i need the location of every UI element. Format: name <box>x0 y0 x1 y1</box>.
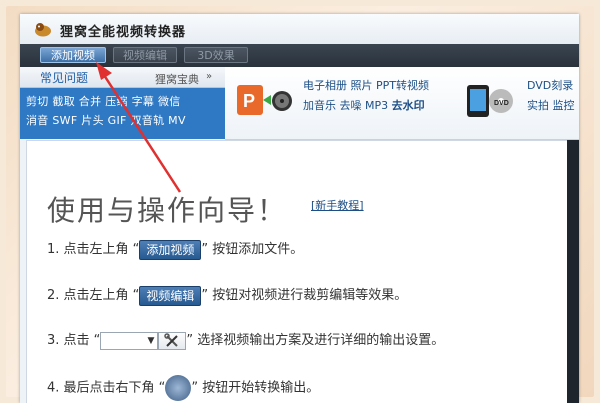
step-4-post: ” 按钮开始转换输出。 <box>191 380 320 396</box>
newbie-tutorial-link[interactable]: [新手教程] <box>311 197 364 213</box>
step-2-post: ” 按钮对视频进行裁剪编辑等效果。 <box>201 288 408 303</box>
step-2-pre: 2. 点击左上角 “ <box>47 288 140 303</box>
guide-step-2: 2. 点击左上角 “视频编辑” 按钮对视频进行裁剪编辑等效果。 <box>47 284 407 306</box>
title-bar: 狸窝全能视频转换器 <box>20 14 579 45</box>
ppt-to-video-icon: P <box>237 85 292 115</box>
app-window: 狸窝全能视频转换器 添加视频 视频编辑 3D效果 常见问题 狸窝宝典 » 剪切 … <box>20 14 579 403</box>
step-1-post: ” 按钮添加文件。 <box>201 242 304 257</box>
guide-title: 使用与操作向导！ <box>47 194 288 227</box>
guide-step-1: 1. 点击左上角 “添加视频” 按钮添加文件。 <box>47 238 303 260</box>
toolbar: 添加视频 视频编辑 3D效果 <box>20 44 579 67</box>
right-scrollbar[interactable] <box>567 140 579 403</box>
svg-text:DVD: DVD <box>494 100 509 107</box>
faq-link[interactable]: 常见问题 <box>40 69 88 86</box>
dropdown-arrow-icon: ▼ <box>147 335 155 346</box>
dvd-burn-icon: DVD <box>467 85 513 117</box>
quick-links-row-2[interactable]: 消音 SWF 片头 GIF 双音轨 MV <box>26 112 186 128</box>
promo-ppt-line-2-text: 加音乐 去噪 MP3 <box>303 99 392 112</box>
step-2-edit-video-button: 视频编辑 <box>139 285 202 306</box>
quick-links-row-1[interactable]: 剪切 截取 合并 压缩 字幕 微信 <box>26 93 181 109</box>
promo-remove-watermark[interactable]: 去水印 <box>392 99 425 112</box>
step-3-pre: 3. 点击 “ <box>47 333 101 348</box>
double-chevron-right-icon: » <box>206 71 213 82</box>
guide-step-4: 4. 最后点击右下角 “ ” 按钮开始转换输出。 <box>47 375 319 401</box>
quick-links-header: 常见问题 狸窝宝典 » <box>20 67 225 88</box>
promo-dvd-line-1[interactable]: DVD刻录 <box>527 77 573 93</box>
step-3-post: ” 选择视频输出方案及进行详细的输出设置。 <box>186 333 445 348</box>
guide-step-3: 3. 点击 “ ▼ ” 选择视频输出方案及进行详细的输出设置。 <box>47 329 444 350</box>
guide-link[interactable]: 狸窝宝典 <box>155 71 199 87</box>
wrench-screwdriver-icon <box>164 332 179 347</box>
quick-links-panel: 常见问题 狸窝宝典 » 剪切 截取 合并 压缩 字幕 微信 消音 SWF 片头 … <box>20 67 225 139</box>
step-3-settings-tool <box>158 331 187 350</box>
add-video-button[interactable]: 添加视频 <box>40 47 106 63</box>
convert-start-icon <box>165 375 192 401</box>
step-1-add-video-button: 添加视频 <box>139 239 202 260</box>
promo-ppt-line-2[interactable]: 加音乐 去噪 MP3 去水印 <box>303 97 425 113</box>
effect-3d-button[interactable]: 3D效果 <box>184 47 248 63</box>
promo-dvd-line-2[interactable]: 实拍 监控 <box>527 97 575 113</box>
app-logo-icon <box>35 23 51 37</box>
step-1-pre: 1. 点击左上角 “ <box>47 242 140 257</box>
guide-content: 使用与操作向导！ [新手教程] 1. 点击左上角 “添加视频” 按钮添加文件。 … <box>26 140 569 403</box>
edit-video-button[interactable]: 视频编辑 <box>113 47 177 63</box>
step-4-pre: 4. 最后点击右下角 “ <box>47 380 166 396</box>
app-title: 狸窝全能视频转换器 <box>60 25 187 40</box>
svg-text:P: P <box>243 91 255 111</box>
promo-ppt-line-1[interactable]: 电子相册 照片 PPT转视频 <box>303 77 429 93</box>
promo-banner: P 电子相册 照片 PPT转视频 加音乐 去噪 MP3 去水印 DVD DVD刻… <box>225 67 579 140</box>
step-3-profile-select: ▼ <box>100 331 159 350</box>
